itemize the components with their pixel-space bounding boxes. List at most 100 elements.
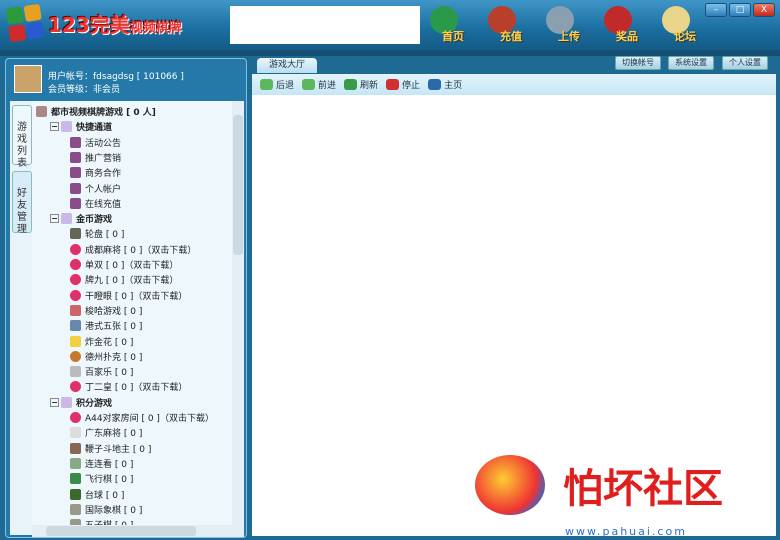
- tree-vertical-scrollbar[interactable]: [232, 101, 244, 525]
- minimize-button[interactable]: –: [705, 3, 727, 17]
- logo-subtext: 视频棋牌: [129, 20, 182, 36]
- nav-photo[interactable]: 上传: [544, 6, 580, 44]
- watermark: 怕坏社区 www.pahuai.com: [475, 455, 723, 538]
- tree-item-label: 港式五张 [ 0 ]: [85, 322, 143, 333]
- watermark-url: www.pahuai.com: [565, 525, 687, 538]
- download-game-icon: [70, 274, 81, 286]
- tab-friend-management[interactable]: 好友管理: [12, 171, 32, 235]
- maximize-button[interactable]: □: [729, 3, 751, 17]
- top-nav: 首页 充值 上传 奖品 论坛: [428, 6, 696, 44]
- user-info: 用户帐号：fdsagdsg [ 101066 ] 会员等级：非会员: [10, 63, 242, 97]
- tree-item[interactable]: 都市视频棋牌游戏 [ 0 人]: [36, 104, 156, 119]
- tree-item[interactable]: 炸金花 [ 0 ]: [70, 334, 133, 349]
- tree-item[interactable]: 百家乐 [ 0 ]: [70, 364, 133, 379]
- book-icon: [70, 151, 81, 163]
- tree-item-label: 广东麻将 [ 0 ]: [85, 429, 143, 440]
- plane-icon: [70, 473, 81, 485]
- toolbar-back-arrow-button[interactable]: 后退: [260, 78, 294, 91]
- users-icon: [36, 106, 47, 117]
- tree-item[interactable]: − 快捷通道: [50, 119, 112, 134]
- game-icon: [70, 320, 81, 332]
- system-settings-button[interactable]: 系统设置: [668, 56, 714, 70]
- tree-item-label: 五子棋 [ 0 ]: [85, 518, 133, 525]
- tree-item-label: 快捷通道: [76, 123, 113, 134]
- collapse-toggle-icon[interactable]: −: [50, 122, 59, 132]
- tab-game-hall[interactable]: 游戏大厅: [257, 58, 317, 73]
- tree-item[interactable]: 商务合作: [70, 165, 121, 180]
- divider: [0, 50, 780, 56]
- roulette-icon: [70, 228, 81, 240]
- tree-item[interactable]: 活动公告: [70, 135, 121, 150]
- back-arrow-icon: [260, 79, 273, 90]
- tree-item[interactable]: 个人帐户: [70, 181, 121, 196]
- tree-item[interactable]: 五子棋 [ 0 ]: [70, 517, 133, 525]
- close-button[interactable]: X: [753, 3, 775, 17]
- tree-item[interactable]: 轮盘 [ 0 ]: [70, 226, 124, 241]
- game-icon: [70, 304, 81, 316]
- tree-item[interactable]: 牌九 [ 0 ]（双击下载）: [70, 272, 178, 287]
- flower-icon: [70, 335, 81, 347]
- tree-item[interactable]: 台球 [ 0 ]: [70, 487, 124, 502]
- tree-item[interactable]: 国际象棋 [ 0 ]: [70, 502, 142, 517]
- tree-item[interactable]: − 金币游戏: [50, 211, 112, 226]
- user-account: 用户帐号：fdsagdsg [ 101066 ]: [48, 72, 184, 82]
- tree-item[interactable]: − 积分游戏: [50, 395, 112, 410]
- folder-icon: [61, 396, 72, 408]
- tree-item-label: 个人帐户: [85, 184, 122, 195]
- tree-item-label: 德州扑克 [ 0 ]: [85, 352, 143, 363]
- browser-toolbar: 后退 前进 刷新 停止 主页: [252, 74, 776, 95]
- tree-item-label: 丁二皇 [ 0 ]（双击下载）: [85, 383, 188, 394]
- tree-item[interactable]: 德州扑克 [ 0 ]: [70, 349, 142, 364]
- tree-item[interactable]: 梭哈游戏 [ 0 ]: [70, 303, 142, 318]
- tree-item[interactable]: 在线充值: [70, 196, 121, 211]
- toolbar-forward-arrow-button[interactable]: 前进: [302, 78, 336, 91]
- tree-item-label: 在线充值: [85, 199, 122, 210]
- title-bar: 123完美视频棋牌 首页 充值 上传 奖品 论坛 – □ X: [0, 0, 780, 50]
- download-game-icon: [70, 243, 81, 255]
- collapse-toggle-icon[interactable]: −: [50, 397, 59, 407]
- ad-banner[interactable]: [230, 6, 420, 44]
- logo-text: 123完美: [48, 12, 130, 37]
- app-logo: 123完美视频棋牌: [5, 3, 182, 43]
- tree-item[interactable]: 港式五张 [ 0 ]: [70, 318, 142, 333]
- forward-arrow-icon: [302, 79, 316, 90]
- member-level: 会员等级：非会员: [48, 85, 121, 95]
- tree-item[interactable]: 飞行棋 [ 0 ]: [70, 471, 133, 486]
- tree-item-label: 飞行棋 [ 0 ]: [85, 475, 134, 486]
- folder-icon: [61, 213, 72, 225]
- nav-money-bag[interactable]: 充值: [486, 6, 522, 44]
- tree-item[interactable]: A44对家房间 [ 0 ]（双击下载）: [70, 410, 214, 425]
- nav-label: 首页: [442, 30, 464, 43]
- tree-item-label: 连连看 [ 0 ]: [85, 459, 134, 470]
- card-icon: [70, 366, 81, 378]
- switch-account-button[interactable]: 切换帐号: [615, 56, 661, 70]
- tree-item[interactable]: 丁二皇 [ 0 ]（双击下载）: [70, 379, 187, 394]
- toolbar-refresh-button[interactable]: 刷新: [344, 78, 378, 91]
- tree-item[interactable]: 广东麻将 [ 0 ]: [70, 425, 142, 440]
- home-icon: [428, 79, 442, 90]
- tree-item-label: 单双 [ 0 ]（双击下载）: [85, 261, 179, 271]
- tree-item-label: 轮盘 [ 0 ]: [85, 230, 125, 241]
- tab-game-list[interactable]: 游戏列表: [12, 105, 32, 169]
- avatar[interactable]: [14, 65, 42, 93]
- nav-globe[interactable]: 首页: [428, 6, 464, 44]
- tree-item-label: 百家乐 [ 0 ]: [85, 368, 134, 379]
- tree-item[interactable]: 干瞪眼 [ 0 ]（双击下载）: [70, 288, 187, 303]
- tree-item[interactable]: 成都麻将 [ 0 ]（双击下载）: [70, 242, 196, 257]
- tree-item[interactable]: 推广营销: [70, 150, 121, 165]
- game-tree: 都市视频棋牌游戏 [ 0 人] − 快捷通道 活动公告 推广营销 商务合作个人帐户在线充值…: [32, 101, 232, 525]
- stop-icon: [386, 79, 400, 90]
- collapse-toggle-icon[interactable]: −: [50, 214, 59, 224]
- toolbar-home-button[interactable]: 主页: [428, 78, 462, 91]
- tree-item[interactable]: 单双 [ 0 ]（双击下载）: [70, 257, 178, 272]
- personal-settings-button[interactable]: 个人设置: [722, 56, 768, 70]
- tree-item[interactable]: 鞭子斗地主 [ 0 ]: [70, 441, 151, 456]
- tree-item-label: 金币游戏: [76, 215, 113, 226]
- tree-item-label: 干瞪眼 [ 0 ]（双击下载）: [85, 291, 188, 302]
- tree-horizontal-scrollbar[interactable]: [32, 525, 244, 537]
- nav-gift[interactable]: 奖品: [602, 6, 638, 44]
- tree-item[interactable]: 连连看 [ 0 ]: [70, 456, 133, 471]
- tree-item-label: 成都麻将 [ 0 ]（双击下载）: [85, 245, 197, 256]
- nav-notepad-pen[interactable]: 论坛: [660, 6, 696, 44]
- toolbar-stop-button[interactable]: 停止: [386, 78, 420, 91]
